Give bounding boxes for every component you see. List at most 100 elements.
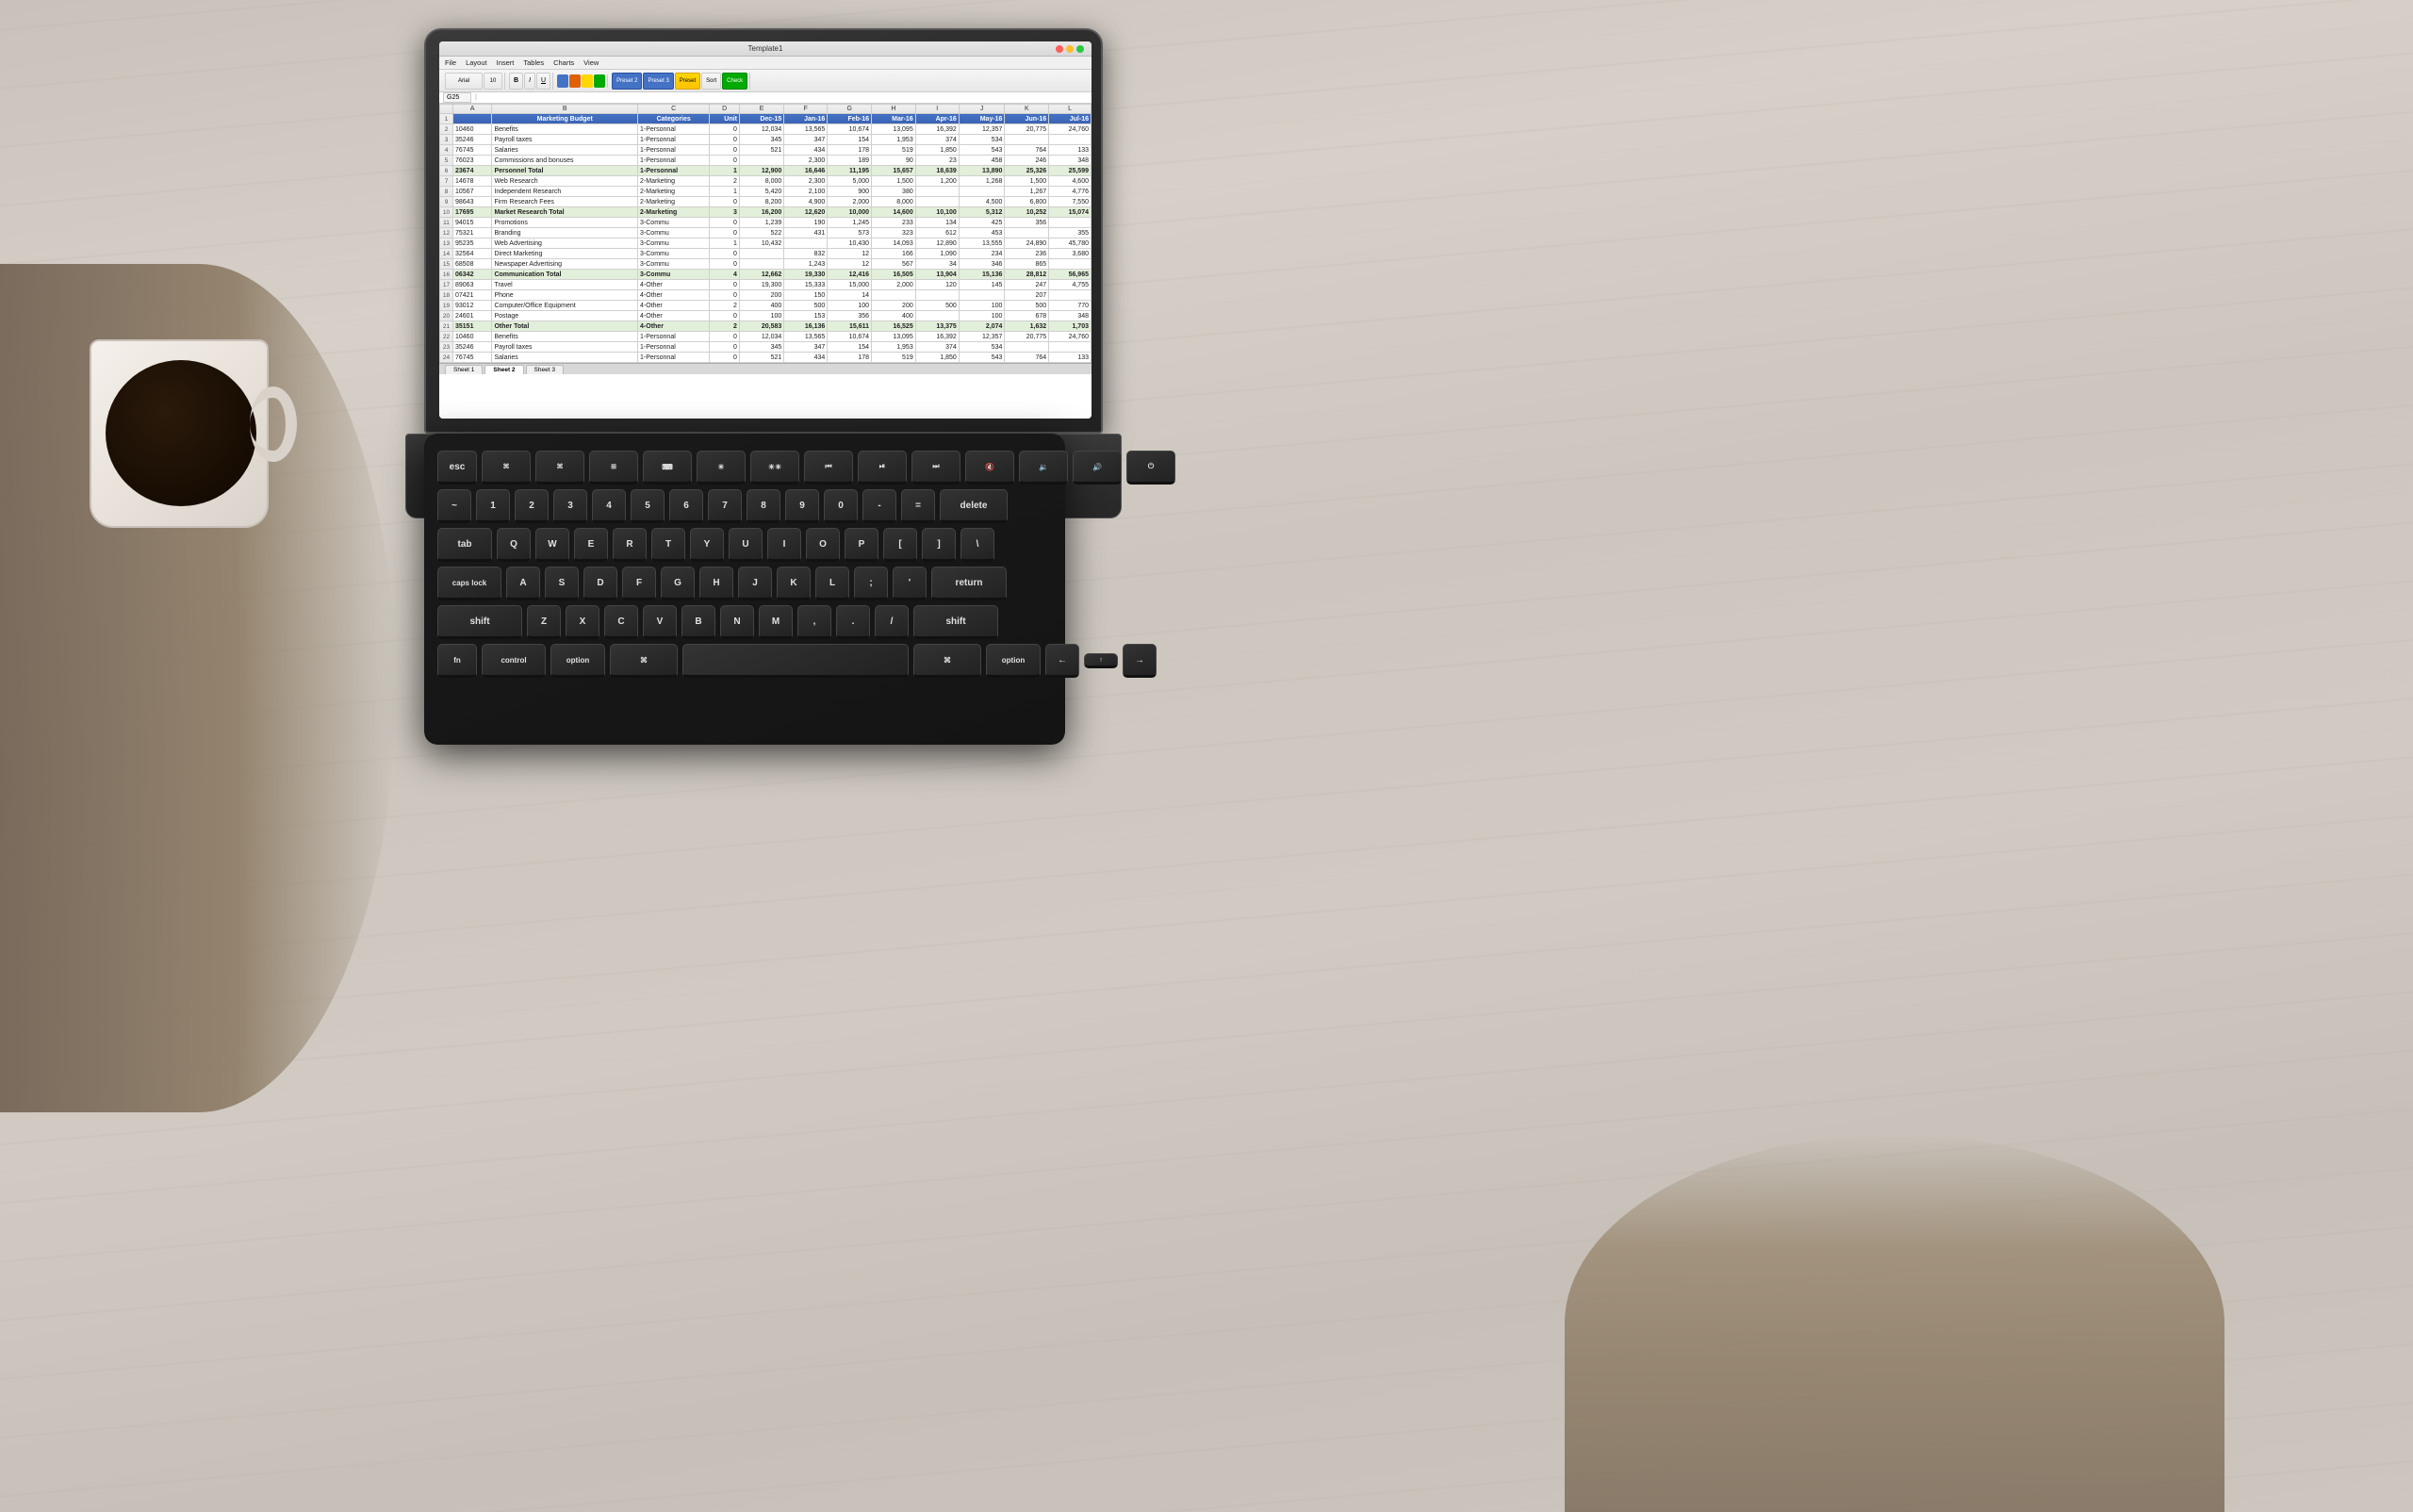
cell-12-unit[interactable]: 0 — [710, 228, 740, 238]
col-l[interactable]: L — [1049, 105, 1092, 114]
cell-8-cat[interactable]: 2-Marketing — [638, 187, 710, 197]
cell-19-mar16[interactable]: 200 — [872, 301, 916, 311]
key-f11[interactable]: 🔉 — [1019, 451, 1068, 485]
key-l[interactable]: L — [815, 567, 849, 600]
cell-7-apr16[interactable]: 1,200 — [915, 176, 959, 187]
cell-12-apr16[interactable]: 612 — [915, 228, 959, 238]
cell-12-jun16[interactable] — [1005, 228, 1049, 238]
cell-24-cat[interactable]: 1-Personnal — [638, 353, 710, 363]
key-shift-left[interactable]: shift — [437, 605, 522, 639]
key-cmd-right[interactable]: ⌘ — [913, 644, 981, 678]
cell-20-name[interactable]: Postage — [492, 311, 638, 321]
col-d[interactable]: D — [710, 105, 740, 114]
cell-22-jun16[interactable]: 20,775 — [1005, 332, 1049, 342]
close-btn[interactable] — [1056, 45, 1063, 53]
menu-layout[interactable]: Layout — [466, 58, 487, 67]
cell-14-jan16[interactable]: 832 — [784, 249, 828, 259]
key-f4[interactable]: ⌨ — [643, 451, 692, 485]
cell-15-cat[interactable]: 3-Commu — [638, 259, 710, 270]
cell-17-cat[interactable]: 4-Other — [638, 280, 710, 290]
menu-view[interactable]: View — [583, 58, 599, 67]
col-f[interactable]: F — [784, 105, 828, 114]
cell-18-apr16[interactable] — [915, 290, 959, 301]
cell-19-cat[interactable]: 4-Other — [638, 301, 710, 311]
cell-2-dec15[interactable]: 12,034 — [739, 124, 783, 135]
cell-7-jan16[interactable]: 2,300 — [784, 176, 828, 187]
cell-18-jan16[interactable]: 150 — [784, 290, 828, 301]
cell-2-unit[interactable]: 0 — [710, 124, 740, 135]
cell-23-jan16[interactable]: 347 — [784, 342, 828, 353]
cell-20-jul16[interactable]: 348 — [1049, 311, 1092, 321]
cell-12-name[interactable]: Branding — [492, 228, 638, 238]
key-w[interactable]: W — [535, 528, 569, 562]
menu-insert[interactable]: Insert — [497, 58, 515, 67]
key-c[interactable]: C — [604, 605, 638, 639]
cell-24-feb16[interactable]: 178 — [828, 353, 872, 363]
cell-reference[interactable]: G25 — [443, 92, 471, 103]
cell-21-dec15[interactable]: 20,583 — [739, 321, 783, 332]
cell-6-cat[interactable]: 1-Personnal — [638, 166, 710, 176]
menu-tables[interactable]: Tables — [523, 58, 544, 67]
cell-24-no[interactable]: 76745 — [453, 353, 492, 363]
key-power[interactable]: ⏻ — [1126, 451, 1175, 485]
cell-3-feb16[interactable]: 154 — [828, 135, 872, 145]
key-6[interactable]: 6 — [669, 489, 703, 523]
cell-6-feb16[interactable]: 11,195 — [828, 166, 872, 176]
cell-1-may16[interactable]: May-16 — [959, 114, 1005, 124]
key-x[interactable]: X — [566, 605, 599, 639]
cell-14-feb16[interactable]: 12 — [828, 249, 872, 259]
cell-4-feb16[interactable]: 178 — [828, 145, 872, 156]
key-backslash[interactable]: \ — [960, 528, 994, 562]
cell-7-name[interactable]: Web Research — [492, 176, 638, 187]
cell-18-unit[interactable]: 0 — [710, 290, 740, 301]
col-c[interactable]: C — [638, 105, 710, 114]
cell-3-cat[interactable]: 1-Personnal — [638, 135, 710, 145]
cell-16-apr16[interactable]: 13,904 — [915, 270, 959, 280]
cell-5-no[interactable]: 76023 — [453, 156, 492, 166]
cell-5-name[interactable]: Commissions and bonuses — [492, 156, 638, 166]
cell-7-mar16[interactable]: 1,500 — [872, 176, 916, 187]
cell-21-name[interactable]: Other Total — [492, 321, 638, 332]
cell-1-cat[interactable]: Categories — [638, 114, 710, 124]
cell-19-apr16[interactable]: 500 — [915, 301, 959, 311]
cell-18-mar16[interactable] — [872, 290, 916, 301]
cell-1-feb16[interactable]: Feb-16 — [828, 114, 872, 124]
cell-13-jan16[interactable] — [784, 238, 828, 249]
key-option-left[interactable]: option — [550, 644, 605, 678]
cell-1-name[interactable]: Marketing Budget — [492, 114, 638, 124]
cell-16-no[interactable]: 06342 — [453, 270, 492, 280]
key-1[interactable]: 1 — [476, 489, 510, 523]
keyboard[interactable]: esc ⌘ ⌘ ⊞ ⌨ ☀ ☀☀ ⏮ ⏯ ⏭ 🔇 🔉 🔊 ⏻ ~ 1 2 3 4… — [424, 434, 1065, 745]
cell-10-dec15[interactable]: 16,200 — [739, 207, 783, 218]
cell-14-mar16[interactable]: 166 — [872, 249, 916, 259]
cell-17-no[interactable]: 89063 — [453, 280, 492, 290]
key-0[interactable]: 0 — [824, 489, 858, 523]
key-i[interactable]: I — [767, 528, 801, 562]
cell-20-unit[interactable]: 0 — [710, 311, 740, 321]
cell-1-apr16[interactable]: Apr-16 — [915, 114, 959, 124]
cell-9-jun16[interactable]: 6,800 — [1005, 197, 1049, 207]
key-caps-lock[interactable]: caps lock — [437, 567, 501, 600]
key-backtick[interactable]: ~ — [437, 489, 471, 523]
key-j[interactable]: J — [738, 567, 772, 600]
cell-12-jul16[interactable]: 355 — [1049, 228, 1092, 238]
cell-9-feb16[interactable]: 2,000 — [828, 197, 872, 207]
cell-14-may16[interactable]: 234 — [959, 249, 1005, 259]
key-comma[interactable]: , — [797, 605, 831, 639]
cell-4-dec15[interactable]: 521 — [739, 145, 783, 156]
key-k[interactable]: K — [777, 567, 811, 600]
cell-11-unit[interactable]: 0 — [710, 218, 740, 228]
cell-20-apr16[interactable] — [915, 311, 959, 321]
cell-23-no[interactable]: 35246 — [453, 342, 492, 353]
cell-16-jul16[interactable]: 56,965 — [1049, 270, 1092, 280]
cell-17-dec15[interactable]: 19,300 — [739, 280, 783, 290]
cell-1-jul16[interactable]: Jul-16 — [1049, 114, 1092, 124]
cell-16-mar16[interactable]: 16,505 — [872, 270, 916, 280]
cell-8-dec15[interactable]: 5,420 — [739, 187, 783, 197]
menu-file[interactable]: File — [445, 58, 456, 67]
cell-10-may16[interactable]: 5,312 — [959, 207, 1005, 218]
cell-4-cat[interactable]: 1-Personnal — [638, 145, 710, 156]
cell-13-dec15[interactable]: 10,432 — [739, 238, 783, 249]
cell-7-no[interactable]: 14678 — [453, 176, 492, 187]
cell-2-cat[interactable]: 1-Personnal — [638, 124, 710, 135]
